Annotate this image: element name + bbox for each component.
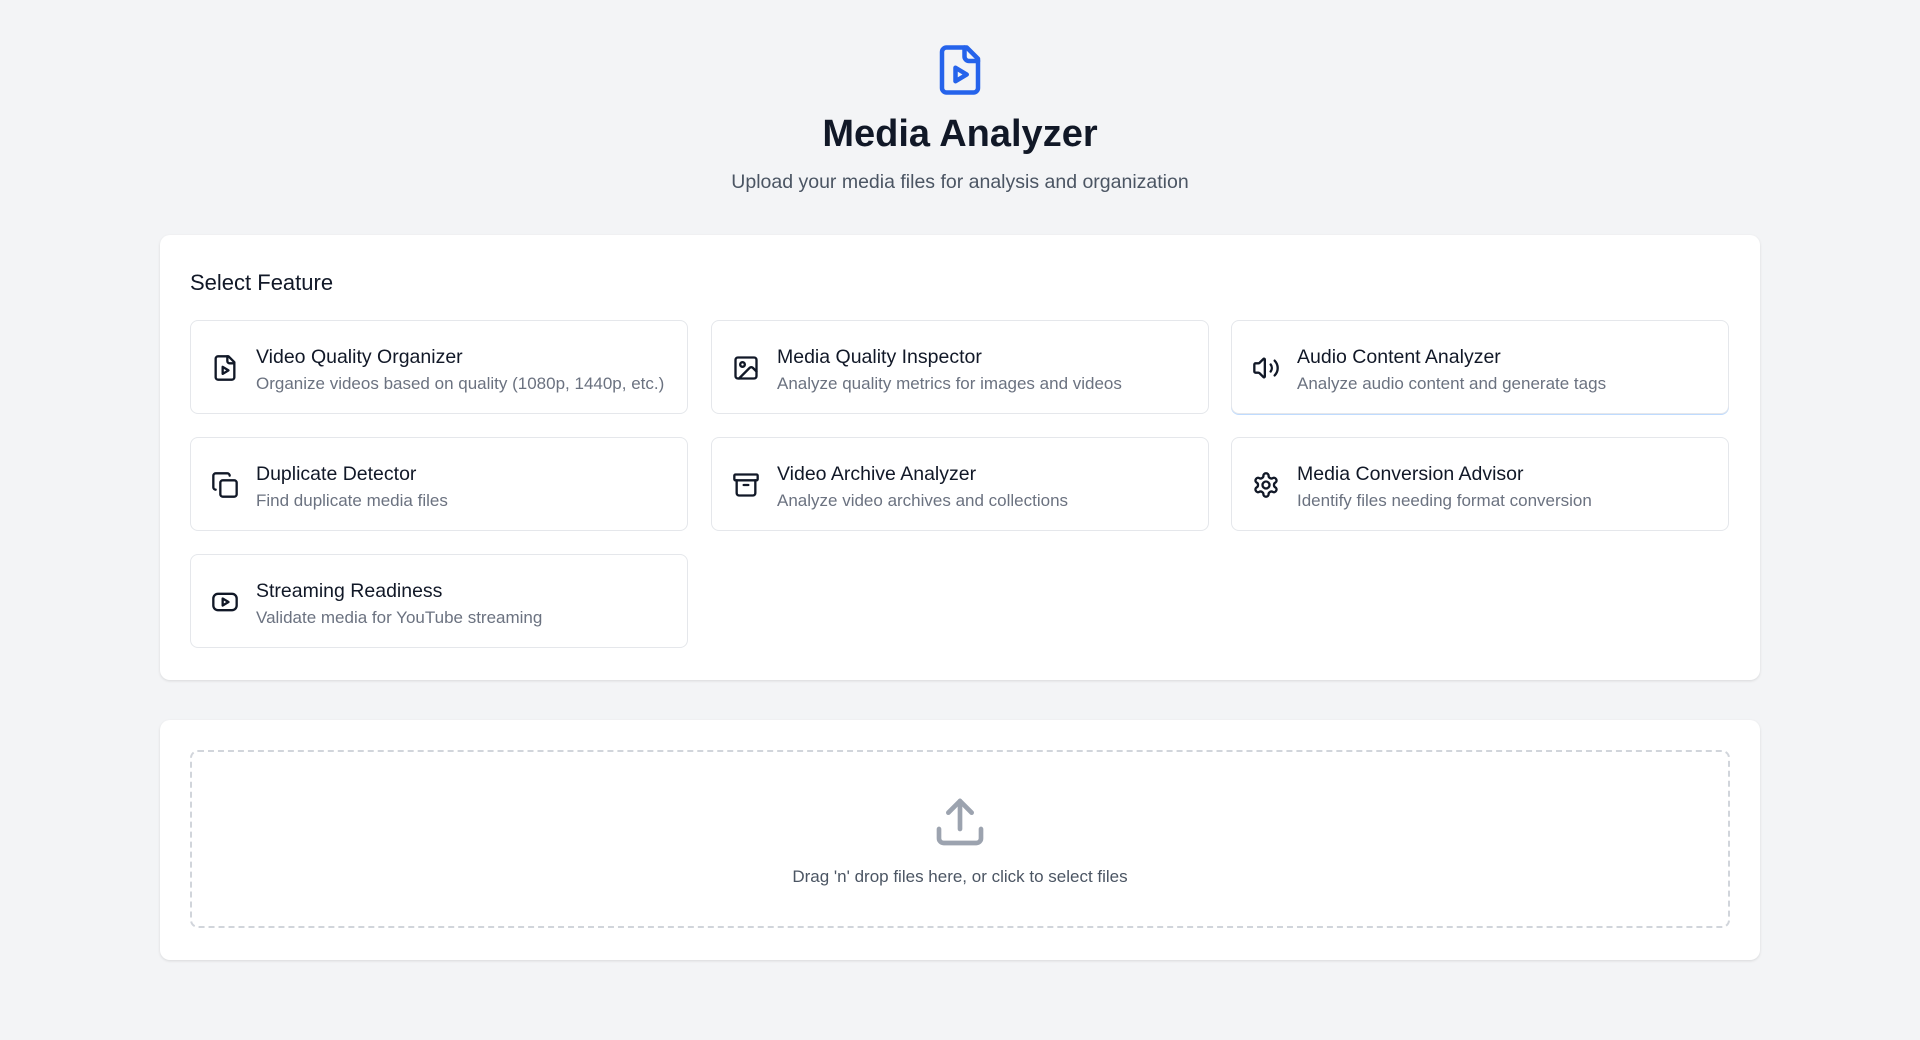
feature-option-duplicate-detector[interactable]: Duplicate Detector Find duplicate media …: [190, 437, 688, 531]
feature-description: Analyze quality metrics for images and v…: [777, 374, 1122, 393]
file-dropzone[interactable]: Drag 'n' drop files here, or click to se…: [190, 750, 1730, 928]
feature-option-audio-content-analyzer[interactable]: Audio Content Analyzer Analyze audio con…: [1231, 320, 1729, 414]
feature-description: Validate media for YouTube streaming: [256, 608, 543, 627]
feature-title: Media Quality Inspector: [777, 346, 982, 368]
volume-icon: [1252, 354, 1280, 382]
feature-description: Analyze audio content and generate tags: [1297, 374, 1607, 393]
feature-title: Duplicate Detector: [256, 463, 417, 485]
page-subtitle: Upload your media files for analysis and…: [731, 171, 1189, 193]
youtube-icon: [211, 588, 239, 616]
archive-icon: [732, 471, 760, 499]
feature-option-video-quality-organizer[interactable]: Video Quality Organizer Organize videos …: [190, 320, 688, 414]
feature-title: Video Archive Analyzer: [777, 463, 977, 485]
feature-description: Analyze video archives and collections: [777, 491, 1069, 510]
upload-icon: [936, 798, 984, 846]
feature-description: Find duplicate media files: [256, 491, 448, 510]
feature-grid: Video Quality Organizer Organize videos …: [190, 320, 1730, 650]
feature-description: Identify files needing format conversion: [1297, 491, 1592, 510]
page-title: Media Analyzer: [822, 113, 1098, 155]
file-video-icon: [939, 45, 981, 95]
settings-gear-icon: [1252, 471, 1280, 499]
feature-title: Media Conversion Advisor: [1297, 463, 1524, 485]
upload-panel: Drag 'n' drop files here, or click to se…: [160, 720, 1760, 960]
copy-icon: [211, 471, 239, 499]
feature-option-media-conversion-advisor[interactable]: Media Conversion Advisor Identify files …: [1231, 437, 1729, 531]
feature-title: Streaming Readiness: [256, 580, 443, 602]
feature-title: Video Quality Organizer: [256, 346, 463, 368]
image-icon: [732, 354, 760, 382]
dropzone-instructions: Drag 'n' drop files here, or click to se…: [792, 867, 1128, 886]
file-video-icon: [211, 354, 239, 382]
feature-selection-panel: Select Feature Video Quality Organizer O…: [160, 235, 1760, 680]
feature-description: Organize videos based on quality (1080p,…: [256, 374, 665, 393]
feature-option-streaming-readiness[interactable]: Streaming Readiness Validate media for Y…: [190, 554, 688, 648]
feature-option-video-archive-analyzer[interactable]: Video Archive Analyzer Analyze video arc…: [711, 437, 1209, 531]
section-title: Select Feature: [190, 270, 334, 295]
feature-title: Audio Content Analyzer: [1297, 346, 1501, 368]
feature-option-media-quality-inspector[interactable]: Media Quality Inspector Analyze quality …: [711, 320, 1209, 414]
